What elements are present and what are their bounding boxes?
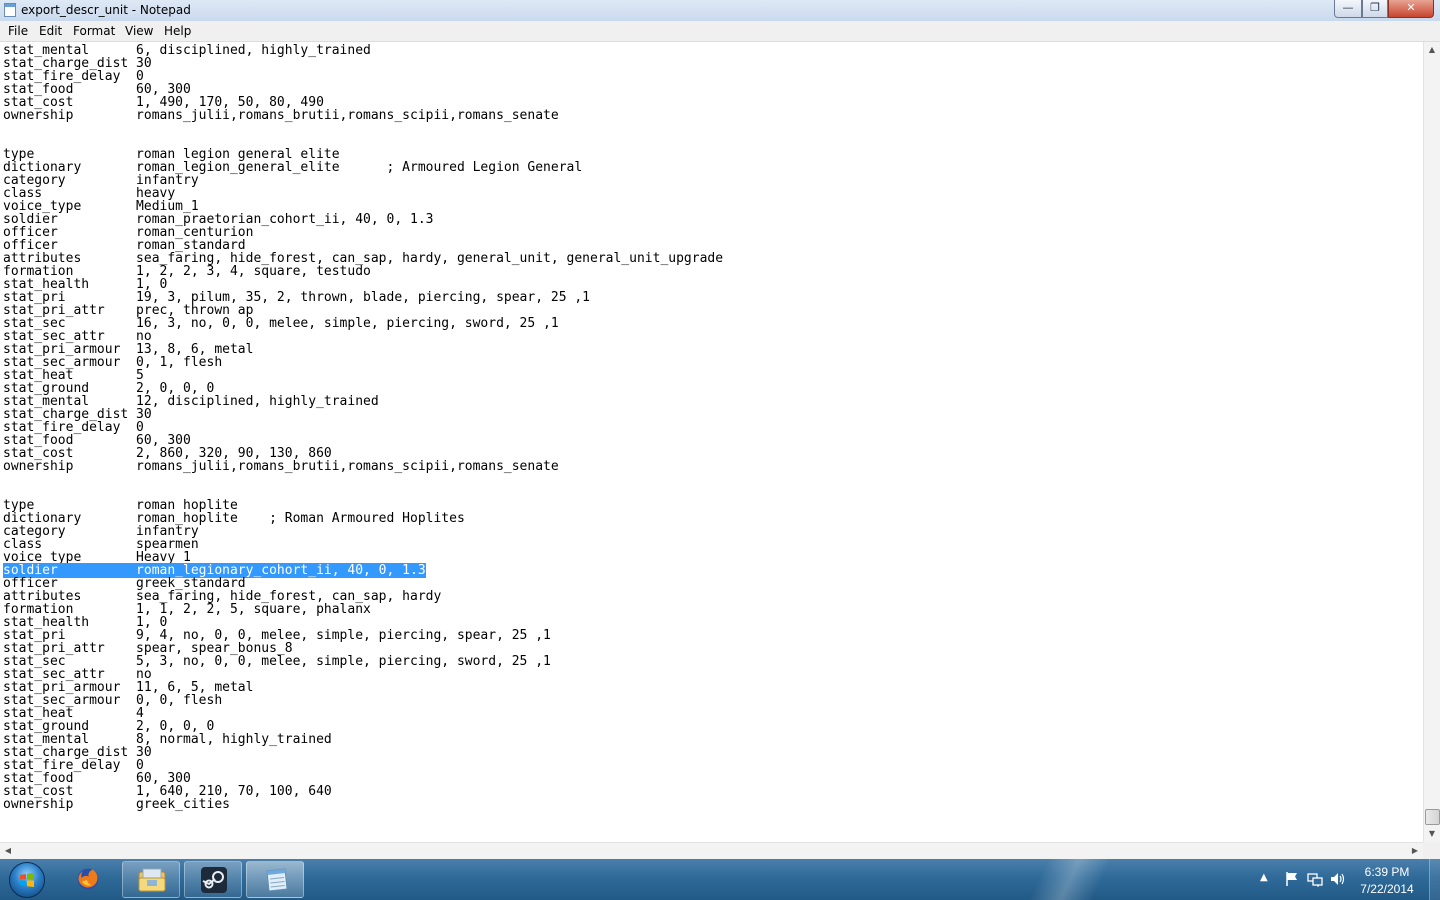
clock-time[interactable]: 6:39 PM <box>1352 865 1422 879</box>
show-desktop-button[interactable] <box>1429 859 1440 900</box>
text-line-content: ownership romans_julii,romans_brutii,rom… <box>3 108 559 123</box>
scroll-down-button[interactable]: ▼ <box>1424 826 1440 842</box>
minimize-button[interactable]: — <box>1334 0 1362 18</box>
taskbar-steam[interactable] <box>184 861 242 898</box>
taskbar-windows-explorer[interactable] <box>122 861 180 898</box>
clock-date[interactable]: 7/22/2014 <box>1352 882 1422 896</box>
text-content: stat_mental 6, disciplined, highly_train… <box>3 44 723 811</box>
taskbar-firefox[interactable] <box>59 861 117 898</box>
action-center-flag-icon[interactable] <box>1284 871 1300 887</box>
text-line <box>3 122 723 135</box>
volume-icon[interactable] <box>1330 871 1346 887</box>
scroll-left-button[interactable]: ◀ <box>0 843 16 859</box>
scroll-right-button[interactable]: ▶ <box>1407 843 1423 859</box>
title-bar[interactable]: export_descr_unit - Notepad — ❐ ✕ <box>0 0 1440 21</box>
taskbar: ▲ 6:39 PM 7/22/2014 <box>0 859 1440 900</box>
menu-file[interactable]: File <box>8 24 28 38</box>
network-icon[interactable] <box>1307 871 1323 887</box>
menu-help[interactable]: Help <box>164 24 191 38</box>
taskbar-notepad[interactable] <box>246 861 304 898</box>
window-title: export_descr_unit - Notepad <box>21 3 191 17</box>
size-grip <box>1423 842 1440 859</box>
steam-icon <box>201 867 227 893</box>
menu-view[interactable]: View <box>125 24 153 38</box>
text-line-content: ownership greek_cities <box>3 797 230 812</box>
windows-logo-icon <box>9 862 45 898</box>
menu-format[interactable]: Format <box>73 24 115 38</box>
close-button[interactable]: ✕ <box>1388 0 1434 18</box>
horizontal-scrollbar[interactable]: ◀ ▶ <box>0 842 1423 859</box>
text-editor-area[interactable]: stat_mental 6, disciplined, highly_train… <box>0 42 1423 842</box>
scroll-up-button[interactable]: ▲ <box>1424 42 1440 58</box>
notepad-app-icon[interactable] <box>4 3 16 17</box>
firefox-icon <box>77 868 99 890</box>
text-line: ownership greek_cities <box>3 798 723 811</box>
text-line <box>3 473 723 486</box>
text-line: ownership romans_julii,romans_brutii,rom… <box>3 460 723 473</box>
vertical-scroll-thumb[interactable] <box>1425 809 1440 825</box>
menu-bar: File Edit Format View Help <box>0 21 1440 42</box>
vertical-scrollbar[interactable]: ▲ ▼ <box>1423 42 1440 842</box>
taskbar-glare <box>1000 859 1140 900</box>
start-button[interactable] <box>3 861 51 898</box>
maximize-button[interactable]: ❐ <box>1362 0 1388 18</box>
notepad-icon <box>266 868 288 892</box>
menu-edit[interactable]: Edit <box>39 24 62 38</box>
text-line: ownership romans_julii,romans_brutii,rom… <box>3 109 723 122</box>
text-line-content: ownership romans_julii,romans_brutii,rom… <box>3 459 559 474</box>
show-hidden-icons-button[interactable]: ▲ <box>1260 872 1268 883</box>
windows-explorer-icon <box>138 868 166 892</box>
